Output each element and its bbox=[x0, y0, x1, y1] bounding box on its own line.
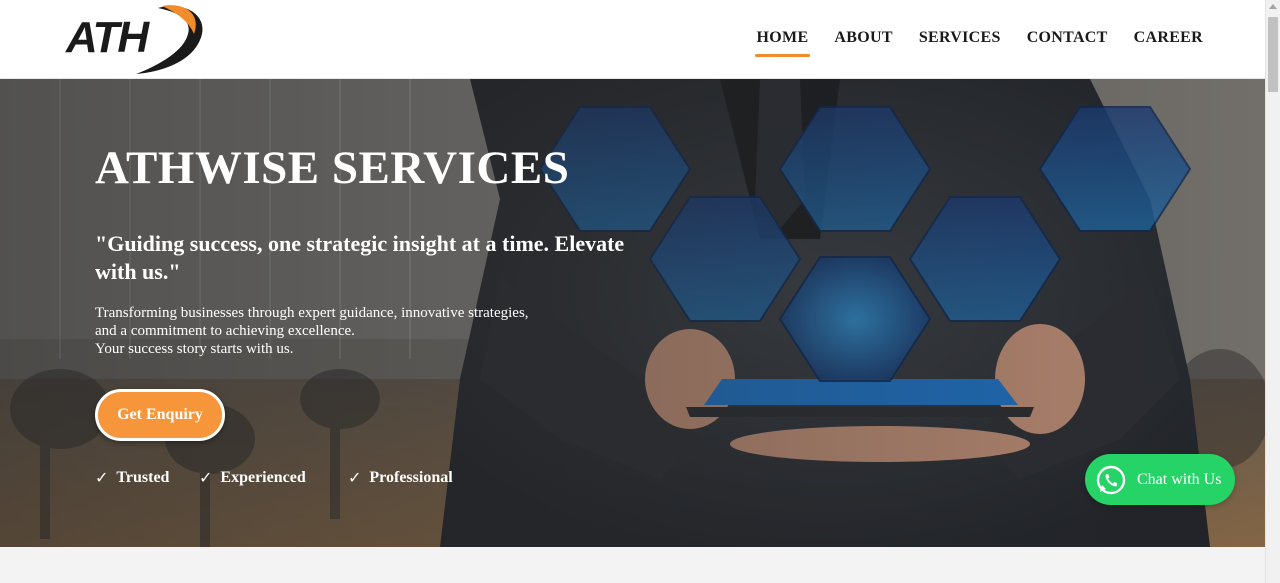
chat-with-us-button[interactable]: Chat with Us bbox=[1085, 454, 1235, 505]
page-scrollbar[interactable] bbox=[1265, 0, 1280, 583]
next-section bbox=[0, 547, 1265, 583]
hero-description-line: Your success story starts with us. bbox=[95, 341, 294, 357]
site-header: ATH HOME ABOUT SERVICES CONTACT CAREER bbox=[0, 0, 1265, 79]
feature-professional: ✓ Professional bbox=[348, 468, 453, 487]
feature-list: ✓ Trusted ✓ Experienced ✓ Professional bbox=[95, 468, 515, 488]
page: ATH HOME ABOUT SERVICES CONTACT CAREER A… bbox=[0, 0, 1280, 583]
hero-description-line: Transforming businesses through expert g… bbox=[95, 305, 529, 321]
hero-quote: "Guiding success, one strategic insight … bbox=[95, 231, 625, 284]
check-icon: ✓ bbox=[95, 468, 109, 487]
get-enquiry-button[interactable]: Get Enquiry bbox=[95, 389, 225, 441]
scroll-thumb[interactable] bbox=[1268, 17, 1278, 92]
hero-title: ATHWISE SERVICES bbox=[95, 142, 570, 194]
chat-label: Chat with Us bbox=[1137, 470, 1222, 488]
feature-label: Professional bbox=[369, 468, 453, 486]
nav-career[interactable]: CAREER bbox=[1134, 29, 1203, 55]
hero-section: ATHWISE SERVICES "Guiding success, one s… bbox=[0, 79, 1265, 547]
scroll-up-arrow-icon[interactable] bbox=[1269, 4, 1277, 9]
whatsapp-icon bbox=[1096, 465, 1126, 494]
logo-text: ATH bbox=[66, 13, 149, 62]
feature-label: Experienced bbox=[220, 468, 306, 486]
feature-label: Trusted bbox=[116, 468, 170, 486]
main-nav: HOME ABOUT SERVICES CONTACT CAREER bbox=[754, 29, 1203, 57]
nav-home[interactable]: HOME bbox=[754, 29, 811, 57]
nav-about[interactable]: ABOUT bbox=[834, 29, 892, 55]
nav-contact[interactable]: CONTACT bbox=[1027, 29, 1108, 55]
check-icon: ✓ bbox=[348, 468, 362, 487]
check-icon: ✓ bbox=[199, 468, 213, 487]
feature-experienced: ✓ Experienced bbox=[199, 468, 306, 487]
ath-logo[interactable]: ATH bbox=[66, 2, 212, 76]
nav-services[interactable]: SERVICES bbox=[919, 29, 1001, 55]
feature-trusted: ✓ Trusted bbox=[95, 468, 169, 487]
hero-description-line: and a commitment to achieving excellence… bbox=[95, 323, 355, 339]
hero-description: Transforming businesses through expert g… bbox=[95, 304, 655, 358]
